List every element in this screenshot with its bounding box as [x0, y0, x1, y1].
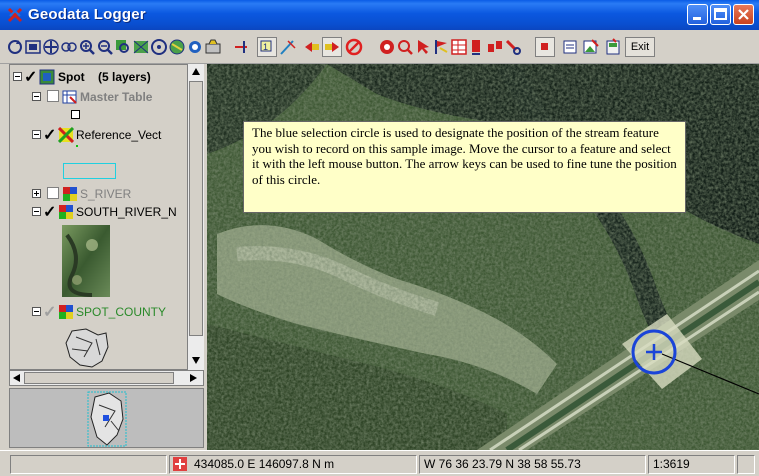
layer-item[interactable]: ✓ Reference_Vect	[10, 127, 190, 145]
minimize-button[interactable]	[687, 4, 708, 25]
window-title: Geodata Logger	[28, 6, 146, 23]
vscroll-thumb[interactable]	[189, 81, 203, 336]
status-bar: 434085.0 E 146097.8 N m W 76 36 23.79 N …	[0, 450, 759, 476]
globe-icon[interactable]	[168, 38, 186, 56]
delete-record-icon[interactable]	[468, 38, 486, 56]
close-icon	[738, 9, 749, 20]
layer-label: Reference_Vect	[76, 128, 162, 142]
scroll-down-icon[interactable]	[192, 357, 200, 364]
maximize-button[interactable]	[710, 4, 731, 25]
zoom-in-icon[interactable]	[78, 38, 96, 56]
scroll-right-icon[interactable]	[190, 374, 197, 382]
layer-item[interactable]: ✓ SPOT_COUNTY	[10, 304, 190, 322]
link-icon[interactable]	[486, 38, 504, 56]
camera-icon[interactable]	[204, 38, 222, 56]
layer-panel-vscroll[interactable]	[187, 64, 204, 370]
minimize-icon	[693, 17, 701, 20]
check-icon[interactable]: ✓	[43, 302, 56, 322]
edit-mode-icon[interactable]: 1	[257, 37, 277, 57]
collapse-icon[interactable]	[13, 72, 22, 81]
scale-icon[interactable]	[150, 38, 168, 56]
utm-coordinates: 434085.0 E 146097.8 N m	[169, 455, 417, 474]
select-icon[interactable]	[414, 38, 432, 56]
arrow-left-icon[interactable]	[303, 38, 321, 56]
table-layer-icon	[62, 90, 77, 104]
table-swatch	[71, 110, 80, 119]
toolbar: 1 Exit	[0, 30, 759, 64]
hand-icon[interactable]	[60, 38, 78, 56]
flag-icon[interactable]	[432, 38, 450, 56]
layer-checkbox[interactable]	[47, 90, 59, 102]
table-icon[interactable]	[450, 38, 468, 56]
vector-layer-icon	[58, 127, 74, 143]
layer-label: SPOT_COUNTY	[76, 305, 167, 319]
line-tool-icon[interactable]	[279, 38, 297, 56]
zoom-box-icon[interactable]	[114, 38, 132, 56]
add-element-icon[interactable]	[232, 38, 250, 56]
group-label: Spot	[58, 70, 85, 84]
status-message	[10, 455, 167, 474]
database-icon[interactable]	[604, 38, 622, 56]
layer-checkbox[interactable]	[47, 187, 59, 199]
point-swatch	[76, 145, 78, 147]
overview-icon[interactable]	[186, 38, 204, 56]
title-bar[interactable]: Geodata Logger	[0, 0, 759, 30]
app-icon	[7, 7, 23, 23]
record-icon[interactable]	[535, 37, 555, 57]
layer-panel: ✓ Spot (5 layers) Master Table ✓ Referen…	[9, 64, 204, 370]
raster-layer-icon	[59, 305, 73, 319]
layer-item[interactable]: ✓ SOUTH_RIVER_N	[10, 202, 203, 222]
map-scale: 1:3619	[648, 455, 735, 474]
layer-panel-hscroll[interactable]	[9, 370, 204, 386]
form-icon[interactable]	[561, 38, 579, 56]
check-icon[interactable]: ✓	[43, 202, 56, 222]
full-extent-icon[interactable]	[24, 38, 42, 56]
layer-label: Master Table	[80, 90, 153, 104]
status-extra	[737, 455, 755, 474]
group-icon	[39, 69, 55, 85]
arrow-right-icon[interactable]	[322, 37, 342, 57]
exit-button[interactable]: Exit	[625, 37, 655, 57]
hscroll-thumb[interactable]	[24, 372, 174, 384]
image-edit-icon[interactable]	[582, 38, 600, 56]
layer-item[interactable]: Master Table	[10, 89, 190, 107]
raster-layer-icon	[63, 187, 77, 201]
scroll-up-icon[interactable]	[192, 68, 200, 75]
county-thumbnail	[65, 328, 109, 368]
utm-text: 434085.0 E 146097.8 N m	[194, 457, 335, 471]
latlon-coordinates: W 76 36 23.79 N 38 58 55.73	[419, 455, 646, 474]
collapse-icon[interactable]	[32, 92, 41, 101]
refresh-icon[interactable]	[6, 38, 24, 56]
layer-label: SOUTH_RIVER_N	[76, 205, 177, 219]
close-button[interactable]	[733, 4, 754, 25]
group-count: (5 layers)	[98, 70, 151, 84]
pan-icon[interactable]	[42, 38, 60, 56]
maximize-icon	[714, 8, 727, 20]
tools-icon[interactable]	[504, 38, 522, 56]
cancel-icon[interactable]	[345, 38, 363, 56]
collapse-icon[interactable]	[32, 307, 41, 316]
check-icon[interactable]: ✓	[24, 67, 37, 87]
layer-item[interactable]: S_RIVER	[10, 186, 190, 204]
target-icon[interactable]	[378, 38, 396, 56]
layer-label: S_RIVER	[80, 187, 132, 201]
find-icon[interactable]	[396, 38, 414, 56]
overview-locator[interactable]	[9, 388, 204, 448]
zoom-out-icon[interactable]	[96, 38, 114, 56]
layer-group-spot[interactable]: ✓ Spot (5 layers)	[10, 69, 190, 87]
raster-layer-icon	[59, 205, 73, 219]
polygon-swatch	[63, 163, 116, 179]
scroll-left-icon[interactable]	[13, 374, 20, 382]
zoom-layer-icon[interactable]	[132, 38, 150, 56]
expand-icon[interactable]	[32, 189, 41, 198]
collapse-icon[interactable]	[32, 207, 41, 216]
overview-map	[87, 391, 127, 447]
coordinate-icon	[173, 457, 187, 471]
collapse-icon[interactable]	[32, 130, 41, 139]
layer-thumbnail	[62, 225, 110, 297]
map-tooltip: The blue selection circle is used to des…	[243, 121, 686, 213]
svg-text:1: 1	[263, 42, 268, 52]
check-icon[interactable]: ✓	[43, 125, 56, 145]
